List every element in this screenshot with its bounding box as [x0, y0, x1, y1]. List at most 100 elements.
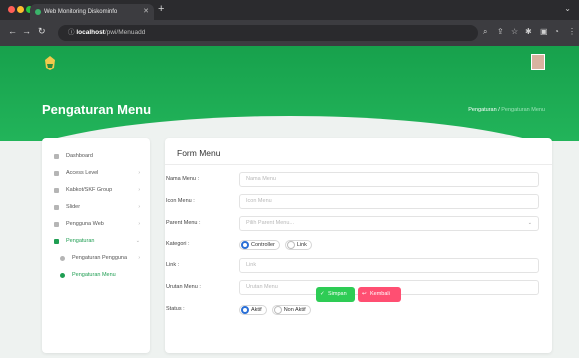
parent-menu-label: Parent Menu :: [166, 220, 201, 226]
back-icon[interactable]: ←: [8, 26, 17, 36]
sidebar-item-kabkot-group[interactable]: Kabkot/SKF Group ›: [42, 182, 150, 199]
new-tab-icon[interactable]: +: [158, 3, 164, 15]
divider: [165, 164, 552, 165]
sidebar-item-label: Pengguna Web: [66, 221, 104, 227]
nama-menu-input[interactable]: Nama Menu: [239, 172, 539, 187]
chevron-right-icon: ›: [138, 187, 140, 193]
kategori-label: Kategori :: [166, 241, 190, 247]
kategori-row: Kategori : Controller Link: [165, 237, 552, 253]
url-path: /pwi/Menuadd: [104, 29, 146, 36]
radio-label: Controller: [251, 242, 275, 248]
sidebar-item-label: Access Level: [66, 170, 99, 176]
back-button-label: Kembali: [370, 291, 390, 297]
radio-label: Non Aktif: [283, 307, 306, 313]
chevron-right-icon: ›: [138, 221, 140, 227]
sidebar-item-label: Kabkot/SKF Group: [66, 187, 113, 193]
breadcrumb-separator: /: [498, 107, 500, 113]
radio-label: Link: [296, 242, 307, 248]
web-page: Pengaturan Menu Pengaturan / Pengaturan …: [0, 46, 579, 358]
sidebar-item-access-level[interactable]: Access Level ›: [42, 165, 150, 182]
star-icon[interactable]: ☆: [511, 27, 518, 36]
breadcrumb: Pengaturan / Pengaturan Menu: [468, 107, 545, 113]
sidebar-item-pengaturan-pengguna[interactable]: Pengaturan Pengguna ›: [42, 250, 150, 267]
save-button-label: Simpan: [328, 291, 347, 297]
parent-menu-row: Parent Menu : Pilih Parent Menu... ⌄: [165, 216, 552, 232]
parent-menu-selected: Pilih Parent Menu...: [246, 220, 294, 226]
form-card: Form Menu Nama Menu : Nama Menu Icon Men…: [165, 138, 552, 353]
nama-menu-row: Nama Menu : Nama Menu: [165, 172, 552, 188]
more-icon[interactable]: ⋮: [568, 27, 576, 36]
browser-tab[interactable]: Web Monitoring Diskominfo ✕: [30, 4, 154, 20]
share-icon[interactable]: ⇪: [497, 27, 504, 36]
sidebar-item-label: Dashboard: [66, 153, 93, 159]
sidebar-item-label: Slider: [66, 204, 81, 210]
settings-icon: [54, 239, 59, 244]
chevron-down-icon: ⌄: [135, 238, 140, 244]
url-host: localhost: [76, 29, 105, 36]
forward-icon[interactable]: →: [22, 26, 31, 36]
urutan-menu-label: Urutan Menu :: [166, 284, 201, 290]
breadcrumb-parent[interactable]: Pengaturan: [468, 107, 496, 113]
bullet-icon: [60, 256, 65, 261]
sidebar-item-label: Pengaturan Pengguna: [72, 255, 128, 261]
icon-menu-input[interactable]: Icon Menu: [239, 194, 539, 209]
nama-menu-label: Nama Menu :: [166, 176, 200, 182]
group-icon: [54, 188, 59, 193]
account-icon[interactable]: ◔: [554, 27, 559, 36]
tab-close-icon[interactable]: ✕: [143, 4, 149, 20]
tab-list-chevron-icon[interactable]: ⌄: [564, 4, 571, 13]
close-window-icon[interactable]: [8, 6, 15, 13]
search-icon[interactable]: ⌕: [483, 27, 487, 37]
image-icon: [54, 205, 59, 210]
status-label: Status :: [166, 306, 185, 312]
sidebar-item-pengaturan[interactable]: Pengaturan ⌄: [42, 233, 150, 250]
sidebar-item-label: Pengaturan Menu: [72, 272, 116, 278]
chevron-right-icon: ›: [138, 170, 140, 176]
back-button[interactable]: ↩ Kembali: [358, 287, 401, 302]
sidebar-item-pengguna-web[interactable]: Pengguna Web ›: [42, 216, 150, 233]
breadcrumb-current: Pengaturan Menu: [501, 107, 545, 113]
link-input[interactable]: Link: [239, 258, 539, 273]
bullet-icon: [60, 273, 65, 278]
status-non-aktif-radio[interactable]: Non Aktif: [271, 305, 311, 315]
icon-menu-row: Icon Menu : Icon Menu: [165, 194, 552, 210]
tab-title: Web Monitoring Diskominfo: [44, 9, 118, 15]
radio-unchecked-icon: [286, 241, 295, 249]
sidebar-item-label: Pengaturan: [66, 238, 95, 244]
sidebar-item-slider[interactable]: Slider ›: [42, 199, 150, 216]
radio-checked-icon: [241, 306, 249, 314]
favicon-icon: [35, 9, 41, 15]
parent-menu-select[interactable]: Pilih Parent Menu... ⌄: [239, 216, 539, 231]
save-button[interactable]: ✓ Simpan: [316, 287, 355, 302]
dashboard-icon: [54, 154, 59, 159]
minimize-window-icon[interactable]: [17, 6, 24, 13]
status-radio-group: Aktif Non Aktif: [239, 304, 311, 316]
sidebar-icon[interactable]: ▣: [540, 27, 548, 36]
extension-icon[interactable]: ✱: [525, 27, 532, 36]
browser-window: Web Monitoring Diskominfo ✕ + ⌄ ← → ↻ ⓘ …: [0, 0, 579, 358]
form-title: Form Menu: [177, 148, 221, 158]
lock-icon: [54, 171, 59, 176]
site-logo-icon[interactable]: [44, 56, 56, 70]
chevron-right-icon: ›: [138, 255, 140, 261]
icon-menu-label: Icon Menu :: [166, 198, 195, 204]
radio-checked-icon: [241, 241, 249, 249]
link-row: Link : Link: [165, 258, 552, 274]
user-avatar[interactable]: [531, 54, 545, 70]
tab-bar: Web Monitoring Diskominfo ✕ + ⌄: [0, 0, 579, 20]
reload-icon[interactable]: ↻: [38, 26, 46, 37]
browser-toolbar: ← → ↻ ⓘ localhost/pwi/Menuadd ⌕ ⇪ ☆ ✱ ▣ …: [0, 20, 579, 46]
sidebar-menu: Dashboard Access Level › Kabkot/SKF Grou…: [42, 138, 150, 353]
save-icon: ✓: [320, 291, 325, 297]
kategori-radio-group: Controller Link: [239, 239, 312, 251]
kategori-link-radio[interactable]: Link: [284, 240, 312, 250]
address-bar[interactable]: ⓘ localhost/pwi/Menuadd: [58, 25, 478, 41]
status-row: Status : Aktif Non Aktif: [165, 302, 552, 318]
chevron-right-icon: ›: [138, 204, 140, 210]
sidebar-item-pengaturan-menu[interactable]: Pengaturan Menu: [42, 267, 150, 284]
radio-label: Aktif: [251, 307, 262, 313]
status-aktif-radio[interactable]: Aktif: [239, 305, 267, 315]
chevron-down-icon: ⌄: [527, 220, 532, 226]
sidebar-item-dashboard[interactable]: Dashboard: [42, 148, 150, 165]
kategori-controller-radio[interactable]: Controller: [239, 240, 280, 250]
